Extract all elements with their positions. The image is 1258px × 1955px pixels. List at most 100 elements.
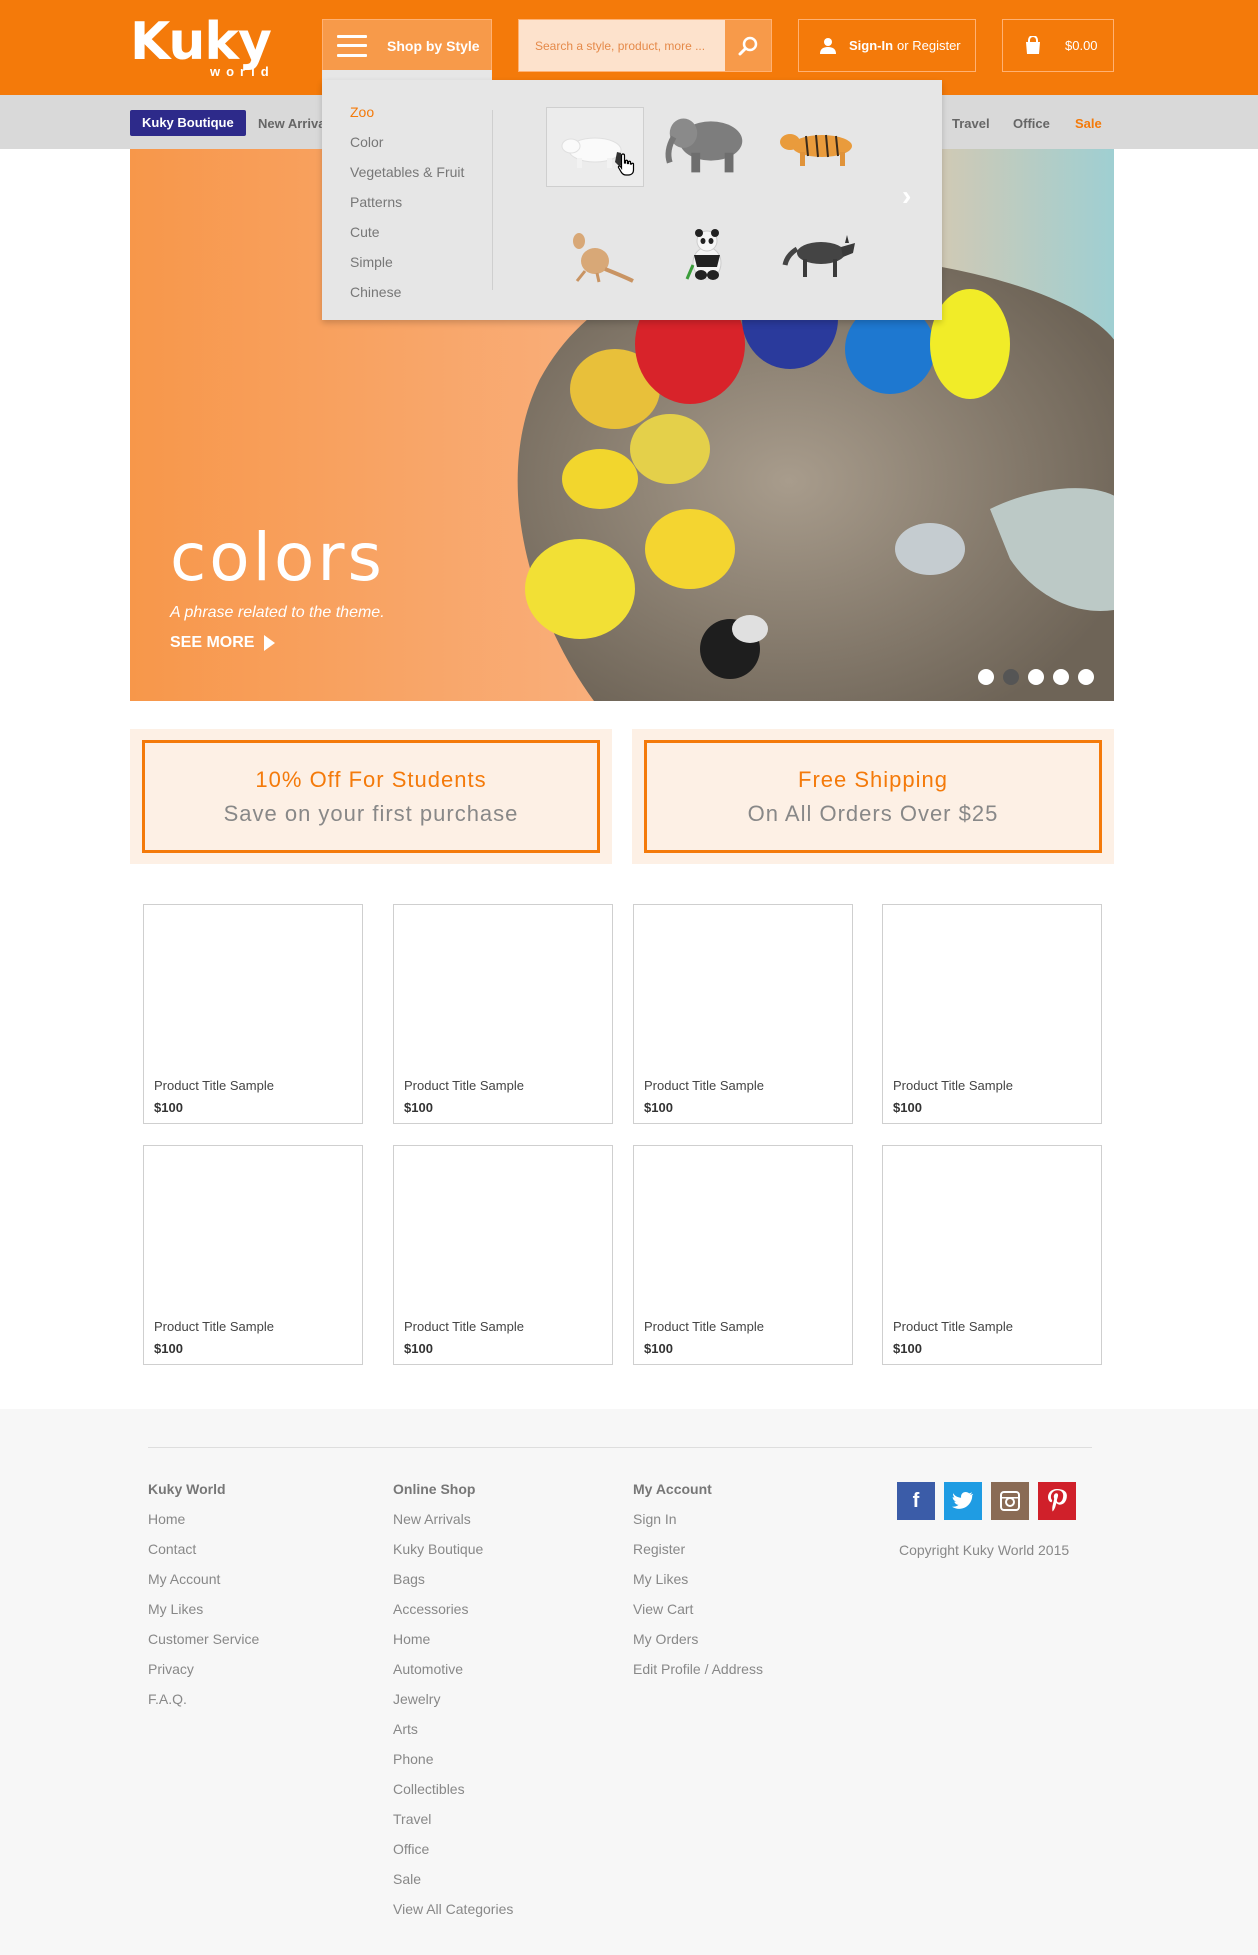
style-item-color[interactable]: Color — [350, 132, 464, 162]
style-item-vegetables-fruit[interactable]: Vegetables & Fruit — [350, 162, 464, 192]
style-item-cute[interactable]: Cute — [350, 222, 464, 252]
footer-link-phone[interactable]: Phone — [393, 1751, 513, 1781]
product-card[interactable]: Product Title Sample $100 — [882, 1145, 1102, 1365]
footer-link-my-account[interactable]: My Account — [148, 1571, 259, 1601]
see-more-link[interactable]: SEE MORE — [170, 634, 276, 652]
footer-link-faq[interactable]: F.A.Q. — [148, 1691, 259, 1721]
product-card[interactable]: Product Title Sample $100 — [143, 904, 363, 1124]
product-title: Product Title Sample — [893, 1319, 1013, 1334]
nav-new-arrivals[interactable]: New Arriva — [258, 116, 325, 131]
promo-subtext: Save on your first purchase — [223, 800, 519, 826]
footer-link-my-likes[interactable]: My Likes — [148, 1601, 259, 1631]
footer-link-sale[interactable]: Sale — [393, 1871, 513, 1901]
footer-link-travel[interactable]: Travel — [393, 1811, 513, 1841]
product-price: $100 — [404, 1341, 433, 1356]
search-input[interactable] — [519, 20, 725, 71]
footer-link-sign-in[interactable]: Sign In — [633, 1511, 763, 1541]
logo-sub-text: world — [210, 64, 275, 79]
style-item-zoo[interactable]: Zoo — [350, 102, 464, 132]
footer-heading: My Account — [633, 1481, 712, 1497]
footer-link-home[interactable]: Home — [148, 1511, 259, 1541]
elephant-icon — [665, 118, 743, 173]
footer-link-customer-service[interactable]: Customer Service — [148, 1631, 259, 1661]
footer-link-edit-profile[interactable]: Edit Profile / Address — [633, 1661, 763, 1691]
footer-link-my-likes[interactable]: My Likes — [633, 1571, 763, 1601]
wolf-icon — [782, 235, 855, 277]
nav-sale[interactable]: Sale — [1075, 116, 1102, 131]
search-box — [518, 19, 772, 72]
product-card[interactable]: Product Title Sample $100 — [633, 1145, 853, 1365]
style-item-simple[interactable]: Simple — [350, 252, 464, 282]
product-card[interactable]: Product Title Sample $100 — [143, 1145, 363, 1365]
cart-button[interactable]: $0.00 — [1002, 19, 1114, 72]
product-card[interactable]: Product Title Sample $100 — [882, 904, 1102, 1124]
zoo-thumb-elephant[interactable] — [658, 102, 756, 182]
product-title: Product Title Sample — [154, 1319, 274, 1334]
product-card[interactable]: Product Title Sample $100 — [633, 904, 853, 1124]
carousel-dot[interactable] — [1028, 669, 1044, 685]
product-title: Product Title Sample — [404, 1319, 524, 1334]
product-price: $100 — [154, 1100, 183, 1115]
footer-link-my-orders[interactable]: My Orders — [633, 1631, 763, 1661]
product-card[interactable]: Product Title Sample $100 — [393, 904, 613, 1124]
product-title: Product Title Sample — [404, 1078, 524, 1093]
carousel-dot[interactable] — [1053, 669, 1069, 685]
pinterest-icon[interactable] — [1038, 1482, 1076, 1520]
product-price: $100 — [644, 1341, 673, 1356]
product-price: $100 — [644, 1100, 673, 1115]
footer-link-kuky-boutique[interactable]: Kuky Boutique — [393, 1541, 513, 1571]
nav-travel[interactable]: Travel — [952, 116, 990, 131]
twitter-icon[interactable] — [944, 1482, 982, 1520]
footer-col-kuky-world: Kuky World Home Contact My Account My Li… — [148, 1481, 259, 1721]
promo-headline: 10% Off For Students — [255, 766, 487, 792]
footer-link-bags[interactable]: Bags — [393, 1571, 513, 1601]
product-card[interactable]: Product Title Sample $100 — [393, 1145, 613, 1365]
carousel-dots — [978, 669, 1103, 685]
footer-link-view-cart[interactable]: View Cart — [633, 1601, 763, 1631]
camera-glyph — [1000, 1491, 1020, 1511]
footer-link-register[interactable]: Register — [633, 1541, 763, 1571]
footer-link-accessories[interactable]: Accessories — [393, 1601, 513, 1631]
panda-icon — [685, 229, 722, 280]
zoo-thumb-panda[interactable] — [658, 215, 756, 295]
carousel-dot[interactable] — [1003, 669, 1019, 685]
search-button[interactable] — [725, 20, 771, 71]
zoo-thumb-kangaroo[interactable] — [546, 215, 644, 295]
product-title: Product Title Sample — [644, 1319, 764, 1334]
social-links: f — [897, 1482, 1085, 1520]
shop-by-style-dropdown: Zoo Color Vegetables & Fruit Patterns Cu… — [322, 80, 942, 320]
kuky-world-logo[interactable]: Kuky world — [130, 14, 295, 79]
footer-link-contact[interactable]: Contact — [148, 1541, 259, 1571]
style-item-patterns[interactable]: Patterns — [350, 192, 464, 222]
zoo-thumb-tiger[interactable] — [772, 107, 870, 187]
signin-register-button[interactable]: Sign-In or Register — [798, 19, 976, 72]
footer-link-privacy[interactable]: Privacy — [148, 1661, 259, 1691]
nav-kuky-boutique[interactable]: Kuky Boutique — [130, 110, 246, 136]
footer-link-home[interactable]: Home — [393, 1631, 513, 1661]
footer-col-online-shop: Online Shop New Arrivals Kuky Boutique B… — [393, 1481, 513, 1931]
shop-by-style-button[interactable]: Shop by Style — [322, 19, 492, 72]
facebook-icon[interactable]: f — [897, 1482, 935, 1520]
promo-free-shipping[interactable]: Free Shipping On All Orders Over $25 — [632, 729, 1114, 864]
nav-office[interactable]: Office — [1013, 116, 1050, 131]
footer-link-view-all-categories[interactable]: View All Categories — [393, 1901, 513, 1931]
footer-link-collectibles[interactable]: Collectibles — [393, 1781, 513, 1811]
footer-link-arts[interactable]: Arts — [393, 1721, 513, 1751]
style-item-chinese[interactable]: Chinese — [350, 282, 464, 312]
footer-link-automotive[interactable]: Automotive — [393, 1661, 513, 1691]
zoo-thumb-wolf[interactable] — [772, 215, 870, 295]
footer-link-office[interactable]: Office — [393, 1841, 513, 1871]
carousel-dot[interactable] — [1078, 669, 1094, 685]
footer-link-jewelry[interactable]: Jewelry — [393, 1691, 513, 1721]
product-title: Product Title Sample — [893, 1078, 1013, 1093]
instagram-icon[interactable] — [991, 1482, 1029, 1520]
promo-students-box: 10% Off For Students Save on your first … — [142, 740, 600, 853]
dropdown-divider — [492, 110, 493, 290]
footer-heading: Online Shop — [393, 1481, 476, 1497]
promo-students[interactable]: 10% Off For Students Save on your first … — [130, 729, 612, 864]
promo-subtext: On All Orders Over $25 — [747, 800, 999, 826]
next-arrow-icon[interactable]: › — [902, 180, 911, 212]
carousel-dot[interactable] — [978, 669, 994, 685]
hero-title: colors — [170, 519, 385, 596]
footer-link-new-arrivals[interactable]: New Arrivals — [393, 1511, 513, 1541]
